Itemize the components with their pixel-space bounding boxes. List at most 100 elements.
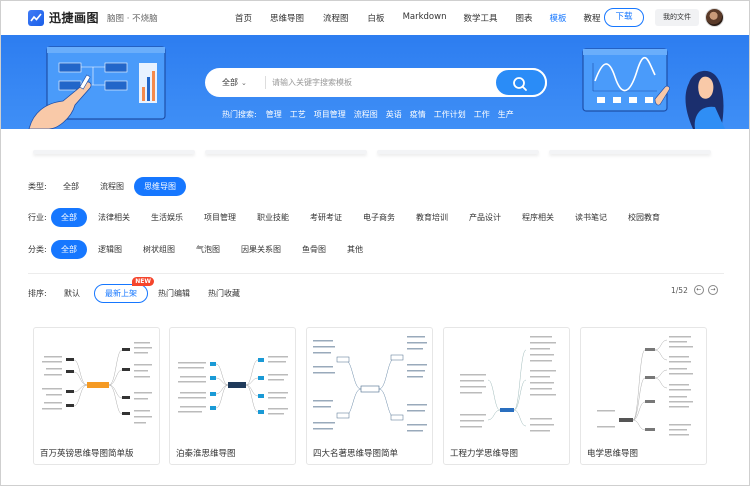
search-button[interactable] <box>494 68 547 97</box>
search-divider <box>265 76 266 89</box>
nav-item-templates[interactable]: 模板 <box>550 12 567 24</box>
search-input[interactable] <box>272 72 492 93</box>
banner-illustration-left <box>28 46 166 129</box>
top-header: 迅捷画图 脑图 · 不烧脑 首页 思维导图 流程图 白板 Markdown 数学… <box>1 1 749 35</box>
template-card[interactable]: 百万英镑思维导图简单版 <box>33 327 160 465</box>
hot-term[interactable]: 项目管理 <box>314 109 346 120</box>
main-nav: 首页 思维导图 流程图 白板 Markdown 数学工具 图表 模板 教程 <box>235 12 601 24</box>
sort-default[interactable]: 默认 <box>64 288 80 299</box>
nav-item-math-tools[interactable]: 数学工具 <box>463 12 497 24</box>
hot-term[interactable]: 流程图 <box>354 109 378 120</box>
pagination: 1/52 ← → <box>671 285 718 295</box>
search-category-value: 全部 <box>222 78 238 87</box>
banner-tab-shadow <box>377 150 539 154</box>
logo[interactable]: 迅捷画图 脑图 · 不烧脑 <box>28 9 158 26</box>
filter-category-option[interactable]: 逻辑图 <box>88 240 132 259</box>
hot-term[interactable]: 生产 <box>498 109 514 120</box>
search-banner: 全部⌄ 热门搜索: 管理 工艺 项目管理 流程图 英语 疫情 工作计划 工作 生… <box>1 35 749 129</box>
filter-industry-option[interactable]: 考研考证 <box>300 208 352 227</box>
template-title: 泊秦淮思维导图 <box>176 449 236 459</box>
filter-category-option[interactable]: 气泡图 <box>186 240 230 259</box>
sort-newest[interactable]: 最新上架 NEW <box>94 277 154 303</box>
filter-industry-option[interactable]: 程序相关 <box>512 208 564 227</box>
filter-industry-option[interactable]: 法律相关 <box>88 208 140 227</box>
hot-searches: 热门搜索: 管理 工艺 项目管理 流程图 英语 疫情 工作计划 工作 生产 <box>222 109 522 120</box>
template-thumbnail <box>597 336 693 436</box>
filter-category-option[interactable]: 其他 <box>337 240 373 259</box>
filter-industry-row: 行业: 全部 法律相关 生活娱乐 项目管理 职业技能 考研考证 电子商务 教育培… <box>28 208 670 227</box>
filter-type-row: 类型: 全部 流程图 思维导图 <box>28 177 186 196</box>
template-title: 百万英镑思维导图简单版 <box>40 449 134 459</box>
banner-tab-shadow <box>205 150 367 154</box>
sort-hot-favorites[interactable]: 热门收藏 <box>208 288 240 299</box>
filter-type-option[interactable]: 流程图 <box>90 177 134 196</box>
filter-industry-option[interactable]: 项目管理 <box>194 208 246 227</box>
nav-item-whiteboard[interactable]: 白板 <box>368 12 385 24</box>
filter-industry-option-selected[interactable]: 全部 <box>51 208 87 227</box>
nav-item-charts[interactable]: 图表 <box>515 12 532 24</box>
my-files-button[interactable]: 我的文件 <box>655 9 699 26</box>
sort-label: 排序: <box>28 289 47 298</box>
nav-item-mindmap[interactable]: 思维导图 <box>270 12 304 24</box>
filter-industry-option[interactable]: 校园教育 <box>618 208 670 227</box>
filter-industry-option[interactable]: 读书笔记 <box>565 208 617 227</box>
template-card[interactable]: 电学思维导图 <box>580 327 707 465</box>
filter-type-label: 类型: <box>28 182 47 191</box>
hot-term[interactable]: 工作 <box>474 109 490 120</box>
nav-item-tutorials[interactable]: 教程 <box>584 12 601 24</box>
logo-slogan: 脑图 · 不烧脑 <box>107 13 158 24</box>
filter-divider <box>28 273 724 274</box>
search-bar: 全部 ⌄ <box>205 68 547 97</box>
filter-industry-option[interactable]: 电子商务 <box>353 208 405 227</box>
new-badge: NEW <box>132 277 154 286</box>
sort-hot-edit[interactable]: 热门编辑 <box>158 288 190 299</box>
sort-newest-label: 最新上架 <box>105 289 137 298</box>
template-thumbnail <box>460 336 556 432</box>
template-thumbnail <box>178 356 288 415</box>
template-title: 电学思维导图 <box>587 449 639 459</box>
filter-industry-label: 行业: <box>28 213 47 222</box>
hot-search-label: 热门搜索: <box>222 110 257 119</box>
filter-category-option[interactable]: 鱼骨图 <box>292 240 336 259</box>
hot-term[interactable]: 工作计划 <box>434 109 466 120</box>
logo-icon <box>28 9 44 26</box>
hot-term[interactable]: 管理 <box>266 109 282 120</box>
filter-industry-option[interactable]: 职业技能 <box>247 208 299 227</box>
banner-illustration-right <box>582 48 725 129</box>
filter-category-row: 分类: 全部 逻辑图 树状组图 气泡图 因果关系图 鱼骨图 其他 <box>28 240 373 259</box>
template-card[interactable]: 工程力学思维导图 <box>443 327 570 465</box>
banner-tab-shadow <box>549 150 711 154</box>
prev-page-icon[interactable]: ← <box>693 285 704 295</box>
nav-item-home[interactable]: 首页 <box>235 12 252 24</box>
next-page-icon[interactable]: → <box>707 285 718 295</box>
nav-item-flowchart[interactable]: 流程图 <box>323 12 349 24</box>
sort-row: 排序: 默认 最新上架 NEW 热门编辑 热门收藏 <box>28 277 258 303</box>
avatar[interactable] <box>705 8 724 27</box>
banner-tab-shadow <box>33 150 195 154</box>
page-indicator: 1/52 <box>671 285 688 295</box>
template-thumbnail <box>42 342 152 424</box>
download-button[interactable]: 下载 <box>604 8 644 27</box>
filter-type-option[interactable]: 全部 <box>53 177 89 196</box>
filter-category-option[interactable]: 树状组图 <box>133 240 185 259</box>
hot-term[interactable]: 英语 <box>386 109 402 120</box>
search-category-select[interactable]: 全部 ⌄ <box>222 77 247 88</box>
template-thumbnail <box>313 336 427 432</box>
filter-category-label: 分类: <box>28 245 47 254</box>
hot-term[interactable]: 疫情 <box>410 109 426 120</box>
chevron-down-icon: ⌄ <box>241 79 247 87</box>
filter-category-option[interactable]: 因果关系图 <box>231 240 291 259</box>
hot-term[interactable]: 工艺 <box>290 109 306 120</box>
template-card[interactable]: 四大名著思维导图简单 <box>306 327 433 465</box>
filter-industry-option[interactable]: 生活娱乐 <box>141 208 193 227</box>
template-title: 工程力学思维导图 <box>450 449 519 459</box>
search-icon <box>513 77 527 91</box>
logo-text: 迅捷画图 <box>49 11 100 25</box>
filter-industry-option[interactable]: 产品设计 <box>459 208 511 227</box>
template-card[interactable]: 泊秦淮思维导图 <box>169 327 296 465</box>
filter-category-option-selected[interactable]: 全部 <box>51 240 87 259</box>
template-title: 四大名著思维导图简单 <box>313 449 399 459</box>
nav-item-markdown[interactable]: Markdown <box>403 12 447 24</box>
filter-type-option-selected[interactable]: 思维导图 <box>134 177 186 196</box>
filter-industry-option[interactable]: 教育培训 <box>406 208 458 227</box>
